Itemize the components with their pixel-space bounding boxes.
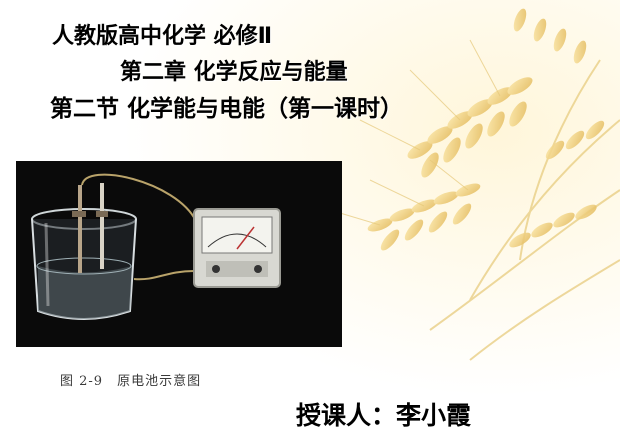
course-title: 人教版高中化学 必修Ⅱ (52, 24, 273, 49)
figure-caption: 图 2-9 原电池示意图 (60, 374, 202, 389)
chapter-title: 第二章 化学反应与能量 (120, 60, 348, 85)
ammeter-illustration (193, 208, 281, 288)
slide: 人教版高中化学 必修Ⅱ 第二章 化学反应与能量 第二节 化学能与电能（第一课时） (0, 0, 620, 440)
section-title: 第二节 化学能与电能（第一课时） (50, 96, 404, 122)
author-label: 授课人：李小霞 (296, 401, 472, 430)
galvanic-cell-photo (16, 161, 342, 347)
beaker-illustration (31, 208, 137, 320)
